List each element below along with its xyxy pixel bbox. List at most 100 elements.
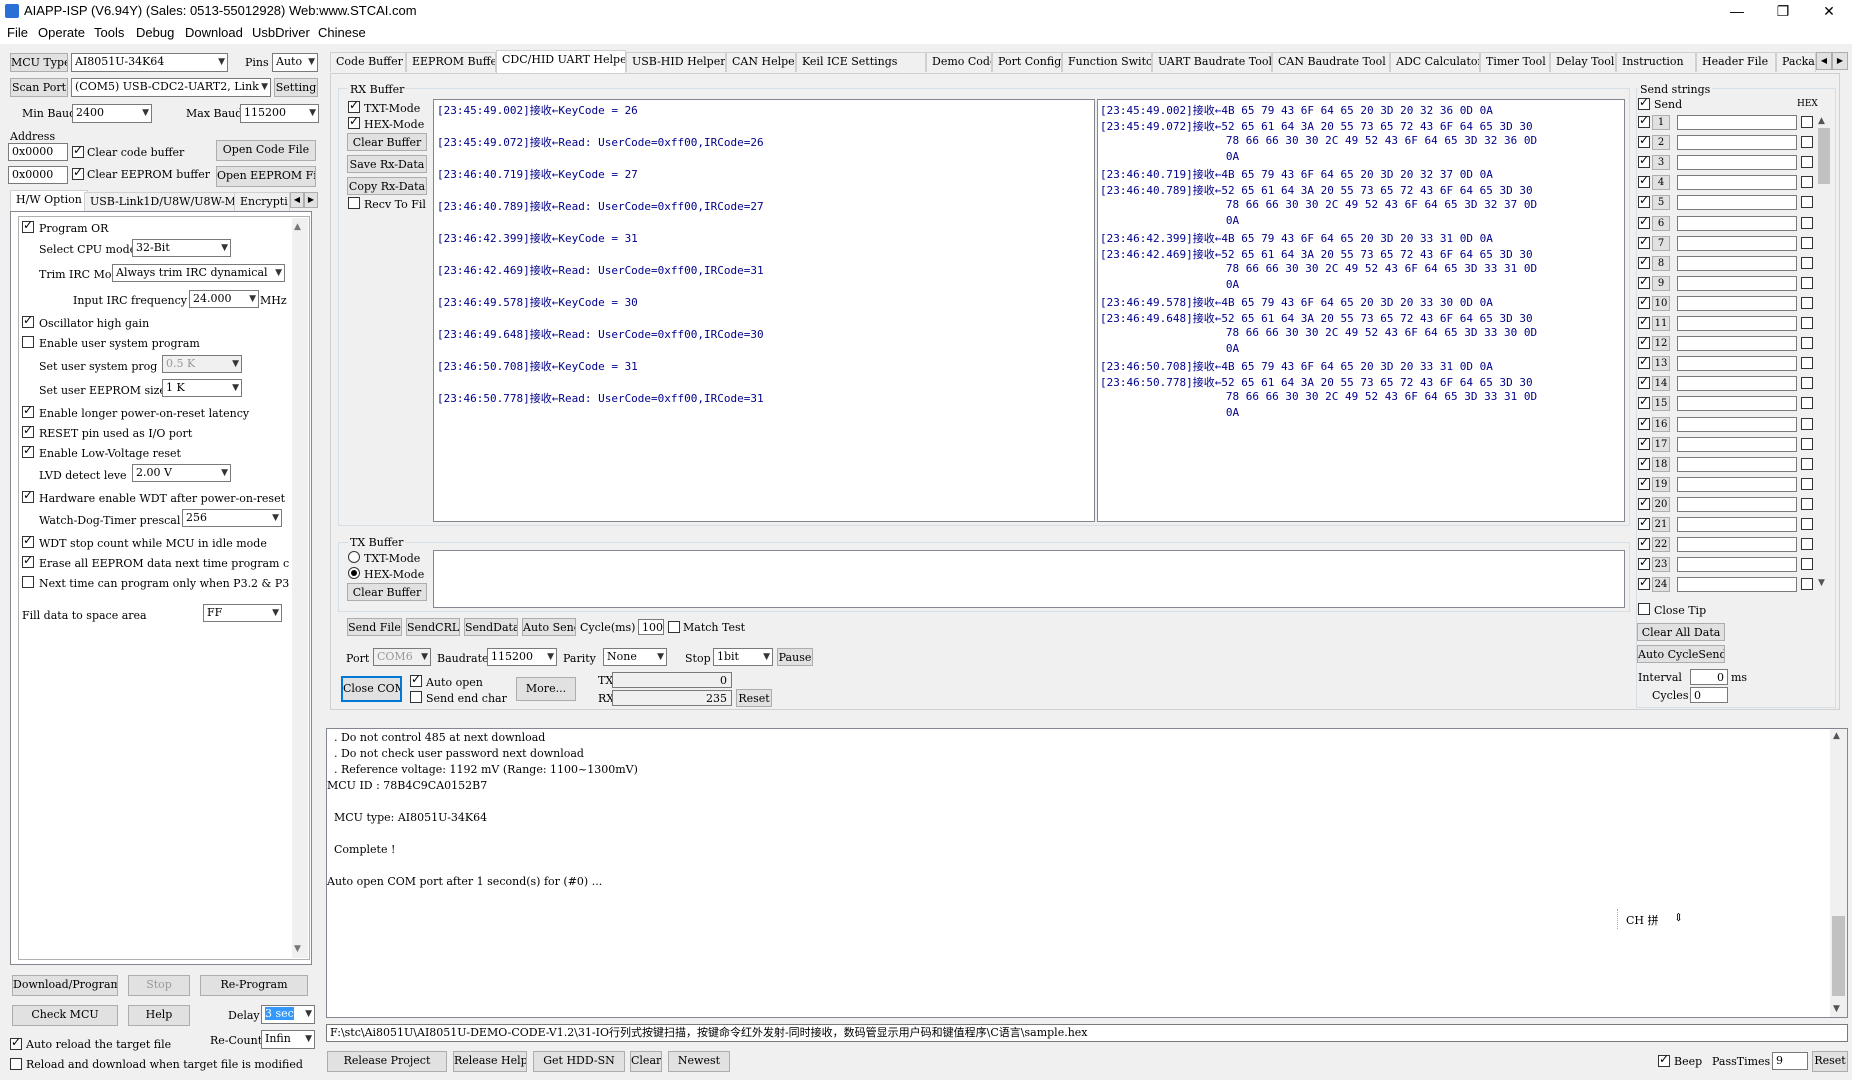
pause-button[interactable]: Pause [777,648,813,666]
rx-clear-buffer-button[interactable]: Clear Buffer [347,133,427,151]
send-row-number-button[interactable]: 7 [1652,235,1670,251]
send-row-number-button[interactable]: 1 [1652,115,1670,130]
tab-encryption[interactable]: Encrypti [234,192,290,211]
scan-port-button[interactable]: Scan Port [10,78,68,97]
scroll-up-icon[interactable]: ▲ [1833,731,1840,741]
send-row-hex-checkbox[interactable] [1801,236,1813,249]
send-row-checkbox[interactable] [1638,193,1650,209]
send-row-hex-checkbox[interactable] [1801,518,1813,530]
wdt-prescaler-select[interactable]: 256 ▼ [182,509,282,527]
send-row-string-input[interactable] [1677,557,1797,573]
tab-10[interactable]: CAN Baudrate Tool [1272,52,1390,72]
send-row-checkbox[interactable] [1638,415,1650,430]
send-row-hex-checkbox[interactable] [1801,377,1813,390]
send-row-string-input[interactable] [1677,275,1797,291]
tab-5[interactable]: Keil ICE Settings [796,52,926,72]
tab-scroll-right-icon[interactable]: ▶ [1832,52,1848,70]
next-time-checkbox[interactable] [22,576,34,588]
send-row-number-button[interactable]: 17 [1652,436,1670,452]
osc-gain-checkbox[interactable] [22,313,34,328]
send-row-hex-checkbox[interactable] [1801,417,1813,430]
send-row-checkbox[interactable] [1638,274,1650,289]
send-row-hex-checkbox[interactable] [1801,216,1813,229]
scroll-up-icon[interactable]: ▲ [294,222,301,232]
get-hdd-sn-button[interactable]: Get HDD-SN [533,1051,625,1072]
open-code-file-button[interactable]: Open Code File [216,140,316,161]
lvd-select[interactable]: 2.00 V ▼ [132,464,231,482]
tab-2[interactable]: CDC/HID UART Helper [496,50,626,73]
send-row-string-input[interactable] [1677,235,1797,251]
match-test-checkbox[interactable] [668,621,680,633]
download-program-button[interactable]: Download/Program [12,975,118,996]
send-row-hex-checkbox[interactable] [1801,176,1813,189]
send-row-number-button[interactable]: 4 [1652,175,1670,191]
send-row-string-input[interactable] [1677,517,1797,532]
send-file-button[interactable]: Send File [347,618,402,636]
auto-open-checkbox[interactable] [410,672,422,687]
send-row-number-button[interactable]: 20 [1652,496,1670,512]
send-data-button[interactable]: SendData [464,618,518,636]
eeprom-address-input[interactable]: 0x0000 [8,166,68,184]
send-row-checkbox[interactable] [1638,153,1650,169]
tab-usb-link1d[interactable]: USB-Link1D/U8W/U8W-Mini [84,192,257,211]
help-button[interactable]: Help [128,1005,190,1026]
send-row-hex-checkbox[interactable] [1801,477,1813,490]
clear-log-button[interactable]: Clear [630,1051,662,1072]
close-button[interactable]: ✕ [1806,0,1852,22]
port-select[interactable]: (COM5) USB-CDC2-UART2, Link ▼ [71,78,271,97]
send-row-string-input[interactable] [1677,476,1797,492]
send-strings-scroll-thumb[interactable] [1818,128,1830,184]
stop-bits-select[interactable]: 1bit ▼ [713,648,773,666]
send-row-string-input[interactable] [1677,456,1797,472]
release-project-button[interactable]: Release Project [327,1051,447,1072]
stop-button[interactable]: Stop [128,975,190,996]
send-row-number-button[interactable]: 3 [1652,155,1670,171]
send-row-string-input[interactable] [1677,316,1797,331]
send-row-string-input[interactable] [1677,577,1797,593]
send-row-number-button[interactable]: 12 [1652,336,1670,352]
tx-input-area[interactable] [433,550,1625,608]
tx-txt-mode-radio[interactable] [348,551,360,563]
send-row-hex-checkbox[interactable] [1801,357,1813,370]
more-button[interactable]: More... [516,677,576,701]
scroll-up-icon[interactable]: ▲ [1818,116,1825,126]
auto-send-button[interactable]: Auto Senc [522,618,576,636]
tab-scroll-right-icon[interactable]: ▶ [304,192,318,208]
auto-reload-checkbox[interactable] [10,1035,22,1050]
send-row-number-button[interactable]: 10 [1652,295,1670,311]
send-row-checkbox[interactable] [1638,495,1650,510]
send-crlf-button[interactable]: SendCRLF [406,618,460,636]
send-row-number-button[interactable]: 9 [1652,275,1670,291]
irc-frequency-select[interactable]: 24.000 ▼ [189,290,259,308]
clear-all-data-button[interactable]: Clear All Data [1637,623,1725,641]
trim-irc-select[interactable]: Always trim IRC dynamical ▼ [112,264,285,282]
reset-pin-checkbox[interactable] [22,423,34,438]
menu-download[interactable]: Download [185,25,243,40]
hw-option-scrollbar[interactable] [292,218,308,958]
min-baud-select[interactable]: 2400 ▼ [72,104,152,123]
send-row-hex-checkbox[interactable] [1801,136,1813,149]
beep-checkbox[interactable] [1658,1052,1670,1067]
send-row-checkbox[interactable] [1638,394,1650,410]
tab-12[interactable]: Timer Tool [1480,52,1550,72]
send-row-hex-checkbox[interactable] [1801,317,1813,329]
send-row-string-input[interactable] [1677,195,1797,211]
longer-por-checkbox[interactable] [22,403,34,418]
send-row-string-input[interactable] [1677,336,1797,352]
send-row-hex-checkbox[interactable] [1801,256,1813,269]
send-row-string-input[interactable] [1677,396,1797,412]
send-row-checkbox[interactable] [1638,234,1650,249]
erase-eeprom-checkbox[interactable] [22,553,34,568]
user-system-prog-select[interactable]: 0.5 K ▼ [162,355,242,373]
send-row-checkbox[interactable] [1638,314,1650,329]
user-system-checkbox[interactable] [22,336,34,348]
tab-9[interactable]: UART Baudrate Tool [1152,52,1272,72]
save-rx-data-button[interactable]: Save Rx-Data [347,155,427,173]
tab-0[interactable]: Code Buffer [330,52,406,72]
reprogram-button[interactable]: Re-Program [200,975,308,996]
copy-rx-data-button[interactable]: Copy Rx-Data [347,177,427,195]
send-row-number-button[interactable]: 23 [1652,557,1670,573]
send-row-checkbox[interactable] [1638,455,1650,470]
send-row-string-input[interactable] [1677,115,1797,130]
send-row-number-button[interactable]: 22 [1652,537,1670,553]
